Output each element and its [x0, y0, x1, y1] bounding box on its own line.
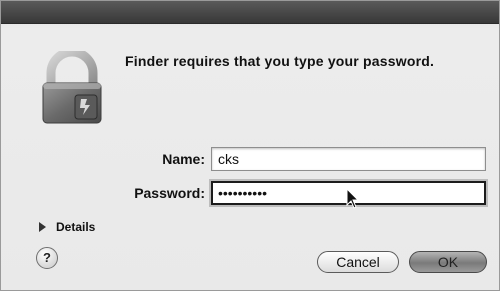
disclosure-triangle-icon[interactable] [39, 222, 46, 232]
name-field[interactable] [211, 147, 486, 171]
dialog-prompt: Finder requires that you type your passw… [125, 53, 435, 69]
cancel-button[interactable]: Cancel [317, 251, 399, 273]
name-label: Name: [162, 151, 205, 167]
password-dialog: Finder requires that you type your passw… [0, 0, 500, 291]
ok-button[interactable]: OK [409, 251, 487, 273]
details-label: Details [56, 220, 96, 234]
title-bar[interactable] [1, 1, 499, 24]
name-row: Name: [1, 147, 499, 173]
password-label: Password: [134, 185, 205, 201]
details-disclosure[interactable]: Details [39, 219, 95, 235]
lock-icon [41, 47, 103, 125]
mouse-cursor-icon [346, 187, 360, 210]
help-button[interactable]: ? [36, 247, 58, 269]
password-row: Password: [1, 181, 499, 207]
